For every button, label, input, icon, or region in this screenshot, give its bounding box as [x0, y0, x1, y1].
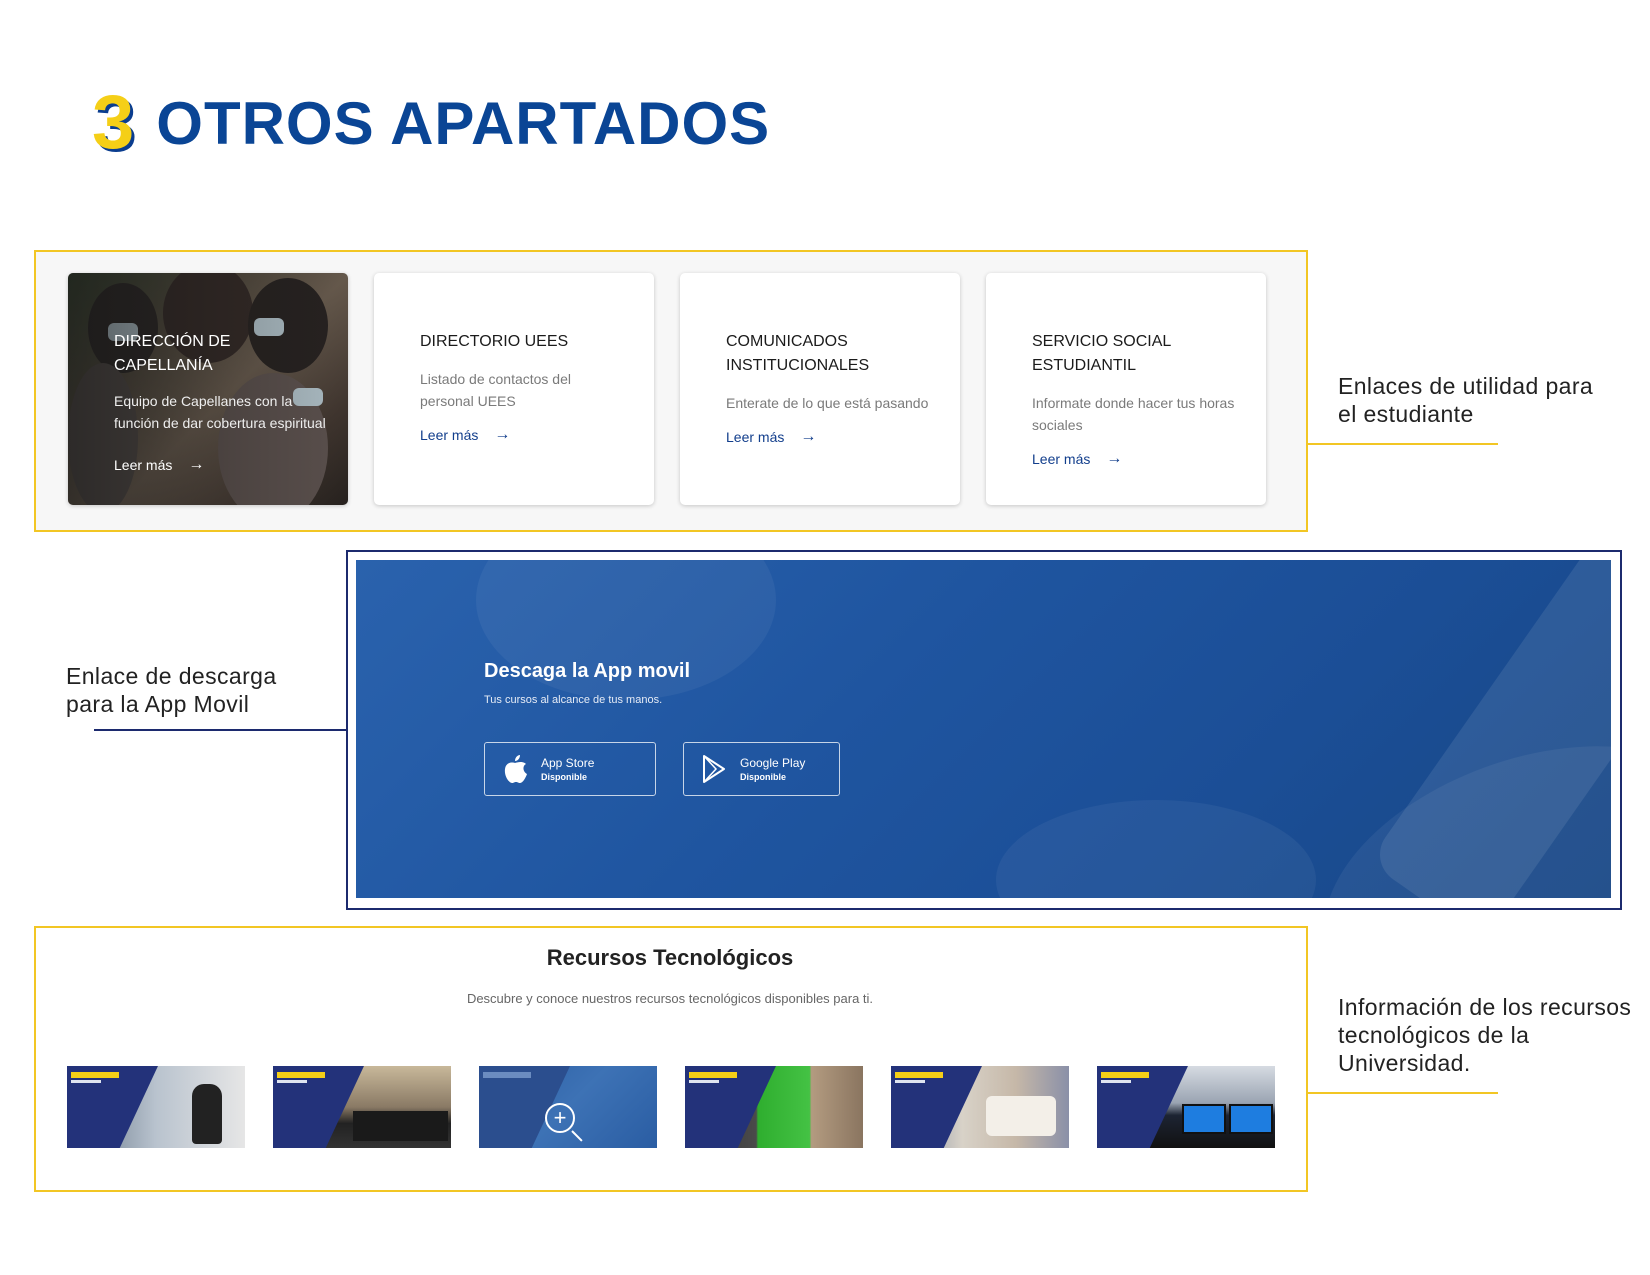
- thumb-monitor: [1229, 1104, 1273, 1134]
- store-availability: Disponible: [541, 771, 588, 782]
- thumb-stripe: [1097, 1066, 1193, 1148]
- card-title: DIRECTORIO UEES: [420, 333, 569, 350]
- read-more-link[interactable]: Leer más →: [726, 428, 930, 446]
- card-description: Listado de contactos del personal UEES: [420, 371, 571, 409]
- resource-thumbnail-laboratorio[interactable]: [273, 1066, 451, 1148]
- annotation-resources: Información de los recursos tecnológicos…: [1338, 994, 1632, 1076]
- store-availability: Disponible: [740, 771, 787, 782]
- read-more-link[interactable]: Leer más →: [114, 456, 328, 474]
- annotation-links: Enlaces de utilidad para el estudiante: [1338, 373, 1594, 427]
- card-servicio-social[interactable]: SERVICIO SOCIAL ESTUDIANTIL Informate do…: [986, 273, 1266, 505]
- annotation-connector: [1308, 1092, 1498, 1094]
- thumb-monitor: [1182, 1104, 1226, 1134]
- thumb-tag: [483, 1072, 531, 1078]
- card-content: DIRECCIÓN DE CAPELLANÍA Equipo de Capell…: [114, 330, 328, 474]
- app-banner: Descaga la App movil Tus cursos al alcan…: [356, 560, 1611, 898]
- thumb-tag: [689, 1072, 737, 1078]
- app-store-button[interactable]: App Store Disponible: [484, 742, 656, 796]
- resources-title: Recursos Tecnológicos: [546, 945, 794, 970]
- resource-thumbnail-estudio-fotografico[interactable]: [685, 1066, 863, 1148]
- thumb-tag: [71, 1072, 119, 1078]
- read-more-label: Leer más: [726, 429, 785, 445]
- arrow-right-icon: →: [1106, 450, 1123, 467]
- annotation-connector: [94, 729, 346, 731]
- play-icon: [694, 754, 734, 784]
- thumb-tag: [1101, 1072, 1149, 1078]
- read-more-link[interactable]: Leer más →: [420, 426, 624, 444]
- card-title: DIRECCIÓN DE CAPELLANÍA: [114, 333, 231, 374]
- zoom-handle: [571, 1130, 583, 1142]
- thumb-stripe: [67, 1066, 163, 1148]
- thumb-tag: [689, 1080, 719, 1083]
- resource-thumbnail-biblioteca[interactable]: [67, 1066, 245, 1148]
- resources-subtitle: Descubre y conoce nuestros recursos tecn…: [466, 991, 874, 1006]
- thumb-tag: [277, 1080, 307, 1083]
- store-name: Google Play: [740, 755, 806, 770]
- resource-thumbnail-tecnolabs[interactable]: [1097, 1066, 1275, 1148]
- section-title: OTROS APARTADOS: [156, 89, 771, 157]
- store-name: App Store: [541, 755, 595, 770]
- card-description: Enterate de lo que está pasando: [726, 395, 929, 411]
- read-more-label: Leer más: [420, 427, 479, 443]
- read-more-label: Leer más: [1032, 451, 1091, 467]
- card-directorio[interactable]: DIRECTORIO UEES Listado de contactos del…: [374, 273, 654, 505]
- card-capellania[interactable]: DIRECCIÓN DE CAPELLANÍA Equipo de Capell…: [68, 273, 348, 505]
- zoom-plus-icon[interactable]: +: [545, 1103, 575, 1133]
- apple-icon: [495, 754, 535, 784]
- card-description: Equipo de Capellanes con la función de d…: [114, 393, 326, 431]
- card-title: COMUNICADOS INSTITUCIONALES: [726, 333, 870, 374]
- bg-shape: [996, 800, 1316, 898]
- section-number: 3: [92, 80, 134, 165]
- arrow-right-icon: →: [188, 456, 205, 473]
- thumb-stripe: [685, 1066, 781, 1148]
- section-heading: 3 OTROS APARTADOS: [92, 80, 771, 165]
- thumb-people: [986, 1096, 1056, 1136]
- card-comunicados[interactable]: COMUNICADOS INSTITUCIONALES Enterate de …: [680, 273, 960, 505]
- thumb-person: [192, 1084, 222, 1144]
- thumb-stripe: [891, 1066, 987, 1148]
- annotation-app: Enlace de descarga para la App Movil: [66, 663, 277, 717]
- annotation-connector: [1308, 443, 1498, 445]
- app-banner-subtitle: Tus cursos al alcance de tus manos.: [484, 694, 663, 706]
- resource-thumbnail-estudio[interactable]: +: [479, 1066, 657, 1148]
- app-banner-title: Descaga la App movil: [484, 660, 690, 682]
- card-description: Informate donde hacer tus horas sociales: [1032, 395, 1235, 433]
- google-play-button[interactable]: Google Play Disponible: [683, 742, 840, 796]
- resource-thumbnail-laboratorio-practicas[interactable]: [891, 1066, 1069, 1148]
- thumb-desk: [353, 1111, 448, 1141]
- read-more-link[interactable]: Leer más →: [1032, 450, 1236, 468]
- card-title: SERVICIO SOCIAL ESTUDIANTIL: [1032, 333, 1171, 374]
- thumb-tag: [895, 1080, 925, 1083]
- thumb-tag: [1101, 1080, 1131, 1083]
- arrow-right-icon: →: [800, 428, 817, 445]
- read-more-label: Leer más: [114, 457, 173, 473]
- thumb-tag: [895, 1072, 943, 1078]
- thumb-tag: [71, 1080, 101, 1083]
- thumb-tag: [277, 1072, 325, 1078]
- arrow-right-icon: →: [494, 426, 511, 443]
